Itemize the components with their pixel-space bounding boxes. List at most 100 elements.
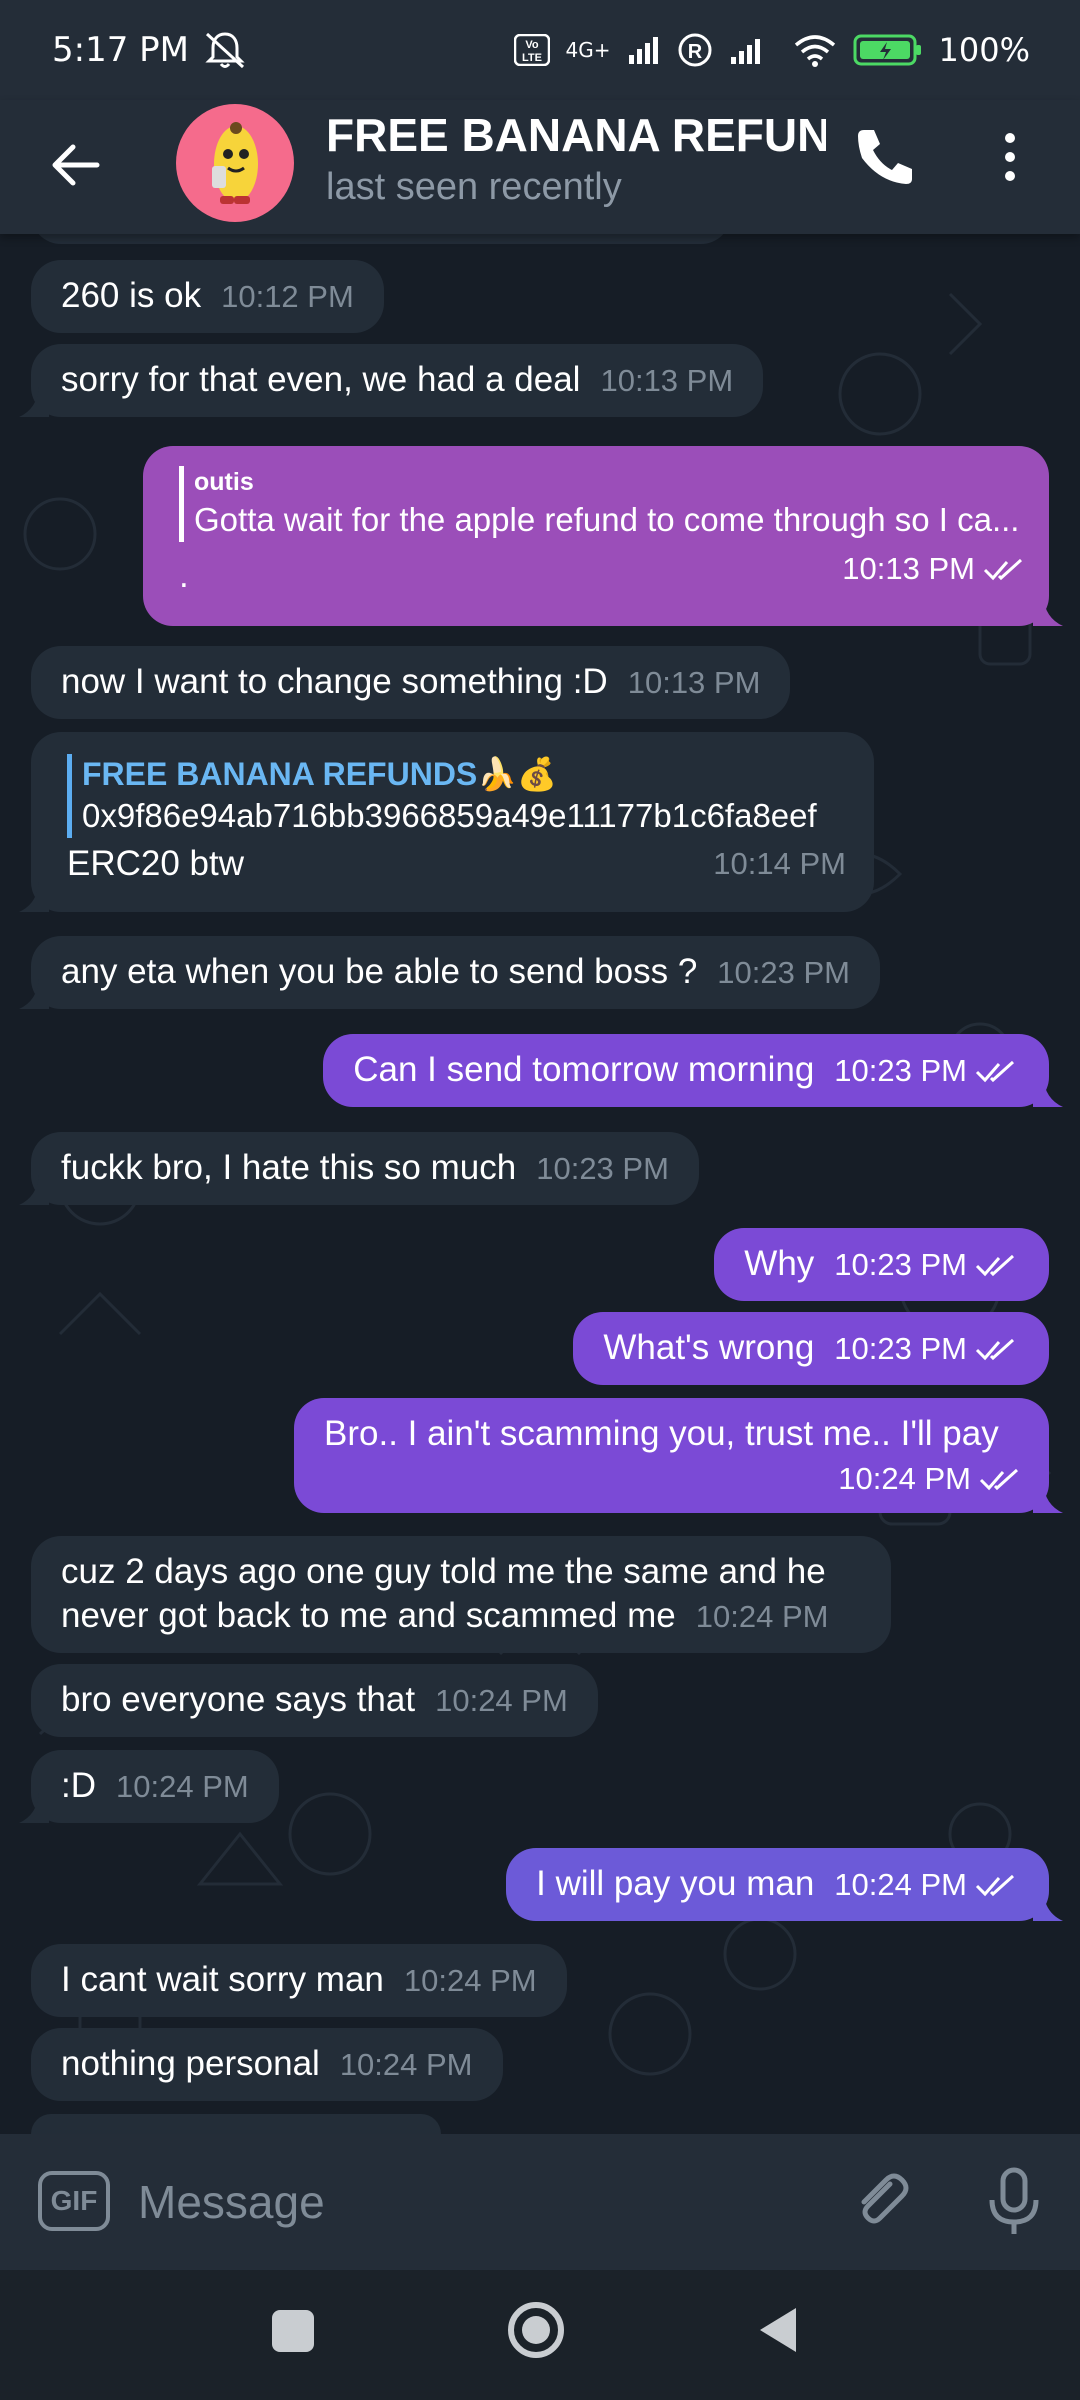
message-bubble[interactable]: I will pay you man 10:24 PM (506, 1848, 1063, 1921)
double-check-icon (975, 1874, 1015, 1896)
home-button[interactable] (506, 2300, 566, 2360)
bubble-tail (19, 1175, 49, 1205)
chat-header: FREE BANANA REFUN last seen recently (0, 100, 1080, 234)
chat-title[interactable]: FREE BANANA REFUN (326, 108, 826, 162)
message-time: 10:24 PM (116, 1769, 249, 1804)
message-bubble[interactable]: bro everyone says that 10:24 PM (31, 1664, 598, 1737)
message-bubble[interactable]: cuz 2 days ago one guy told me the same … (31, 1536, 891, 1653)
message-bubble[interactable]: 260 is ok 10:12 PM (31, 260, 384, 333)
bubble-tail (1033, 596, 1063, 626)
double-check-icon (983, 558, 1023, 580)
svg-text:Vo: Vo (525, 39, 539, 51)
message-time: 10:23 PM (717, 955, 850, 990)
message-bubble-reply[interactable]: FREE BANANA REFUNDS🍌💰 0x9f86e94ab716bb39… (19, 732, 874, 912)
message-bubble[interactable]: now I want to change something :D 10:13 P… (31, 646, 791, 719)
home-circle-icon (508, 2302, 564, 2358)
message-text: ERC20 btw (67, 844, 245, 883)
message-text: any eta when you be able to send boss ? (61, 952, 698, 991)
message-text: 260 is ok (61, 276, 202, 315)
network-type-label: 4G+ (565, 38, 611, 62)
back-button[interactable] (44, 133, 108, 197)
signal-2-icon (730, 39, 760, 64)
bubble-tail (19, 979, 49, 1009)
bubble-tail (1033, 1483, 1063, 1513)
message-text: fuckk bro, I hate this so much (61, 1148, 517, 1187)
avatar[interactable] (176, 104, 294, 222)
double-check-icon (975, 1338, 1015, 1360)
double-check-icon (975, 1254, 1015, 1276)
wifi-icon (794, 35, 835, 67)
status-left: 5:17 PM (52, 30, 247, 70)
signal-icon (628, 37, 658, 64)
message-footer: . 10:13 PM (179, 546, 1027, 593)
message-time: 10:23 PM (834, 1247, 967, 1282)
registered-icon: R (678, 33, 712, 67)
battery-percent: 100% (938, 31, 1030, 69)
message-footer: 10:24 PM (324, 1456, 1023, 1501)
mute-bell-icon (205, 32, 245, 69)
message-text: I cant wait sorry man (61, 1960, 384, 1999)
message-time: 10:24 PM (403, 1963, 537, 1998)
message-text: Why (744, 1244, 815, 1283)
message-text-line1: cuz 2 days ago one guy told me the same … (61, 1552, 826, 1591)
recents-button[interactable] (272, 2310, 314, 2352)
message-time: 10:24 PM (838, 1461, 971, 1496)
system-nav-bar (0, 2270, 1080, 2400)
attach-button[interactable] (850, 2170, 914, 2234)
message-time: 10:23 PM (834, 1053, 967, 1088)
message-bubble[interactable]: fuckk bro, I hate this so much 10:23 PM (19, 1132, 699, 1205)
message-time: 10:24 PM (834, 1867, 967, 1902)
reply-quote[interactable]: outis Gotta wait for the apple refund to… (179, 466, 1027, 542)
message-time: 10:13 PM (842, 551, 975, 586)
message-text: Bro.. I ain't scamming you, trust me.. I… (324, 1414, 999, 1453)
double-check-icon (979, 1468, 1019, 1490)
status-bar: 5:17 PM Vo LTE 4G+ R 100% (0, 0, 1080, 100)
message-bubble[interactable]: sorry for that even, we had a deal 10:13 … (19, 344, 764, 417)
message-time: 10:23 PM (834, 1331, 967, 1366)
bubble-tail (1033, 1891, 1063, 1921)
gif-button[interactable]: GIF (38, 2171, 110, 2231)
volte-icon: Vo LTE (513, 34, 550, 66)
reply-author: FREE BANANA REFUNDS🍌💰 (82, 756, 557, 792)
message-bubble[interactable]: :D 10:24 PM (19, 1750, 279, 1823)
more-vertical-icon (1005, 133, 1015, 181)
message-bubble[interactable]: Bro.. I ain't scamming you, trust me.. I… (294, 1398, 1063, 1513)
message-bubble[interactable]: nothing personal 10:24 PM (31, 2028, 503, 2101)
system-back-button[interactable] (756, 2304, 800, 2356)
message-bubble[interactable]: I cant wait sorry man 10:24 PM (31, 1944, 567, 2017)
reply-author: outis (194, 468, 254, 496)
message-composer: GIF (0, 2134, 1080, 2270)
chat-area[interactable]: 260 is ok 10:12 PM sorry for that even, w… (0, 234, 1080, 2134)
message-text: Can I send tomorrow morning (353, 1050, 815, 1089)
more-options-button[interactable] (990, 122, 1030, 192)
status-time: 5:17 PM (52, 30, 189, 70)
message-time: 10:13 PM (627, 665, 761, 700)
message-bubble[interactable]: What's wrong 10:23 PM (573, 1312, 1049, 1385)
reply-quote[interactable]: FREE BANANA REFUNDS🍌💰 0x9f86e94ab716bb39… (67, 754, 846, 838)
call-button[interactable] (850, 122, 920, 192)
message-bubble[interactable]: any eta when you be able to send boss ? 1… (19, 936, 880, 1009)
message-input[interactable] (138, 2164, 788, 2240)
message-bubble-partial (31, 234, 731, 244)
chat-subtitle: last seen recently (326, 166, 622, 208)
voice-message-button[interactable] (984, 2166, 1044, 2238)
svg-text:R: R (687, 41, 702, 63)
message-text: bro everyone says that (61, 1680, 416, 1719)
status-right: Vo LTE 4G+ R 100% (513, 31, 1030, 69)
message-bubble-reply[interactable]: outis Gotta wait for the apple refund to… (143, 446, 1063, 626)
bubble-tail (1033, 1077, 1063, 1107)
message-time: 10:14 PM (713, 846, 846, 881)
message-bubble[interactable]: Why 10:23 PM (714, 1228, 1049, 1301)
message-time: 10:24 PM (695, 1599, 829, 1634)
message-text: What's wrong (603, 1328, 815, 1367)
message-time: 10:12 PM (221, 279, 354, 314)
message-bubble[interactable]: Can I send tomorrow morning 10:23 PM (323, 1034, 1063, 1107)
message-footer: ERC20 btw 10:14 PM (67, 842, 846, 886)
svg-text:LTE: LTE (522, 52, 542, 64)
reply-text: Gotta wait for the apple refund to come … (194, 501, 1020, 538)
message-text: :D (61, 1766, 96, 1805)
bubble-tail (19, 882, 49, 912)
message-text: nothing personal (61, 2044, 320, 2083)
message-text: I will pay you man (536, 1864, 815, 1903)
message-time: 10:23 PM (536, 1151, 669, 1186)
